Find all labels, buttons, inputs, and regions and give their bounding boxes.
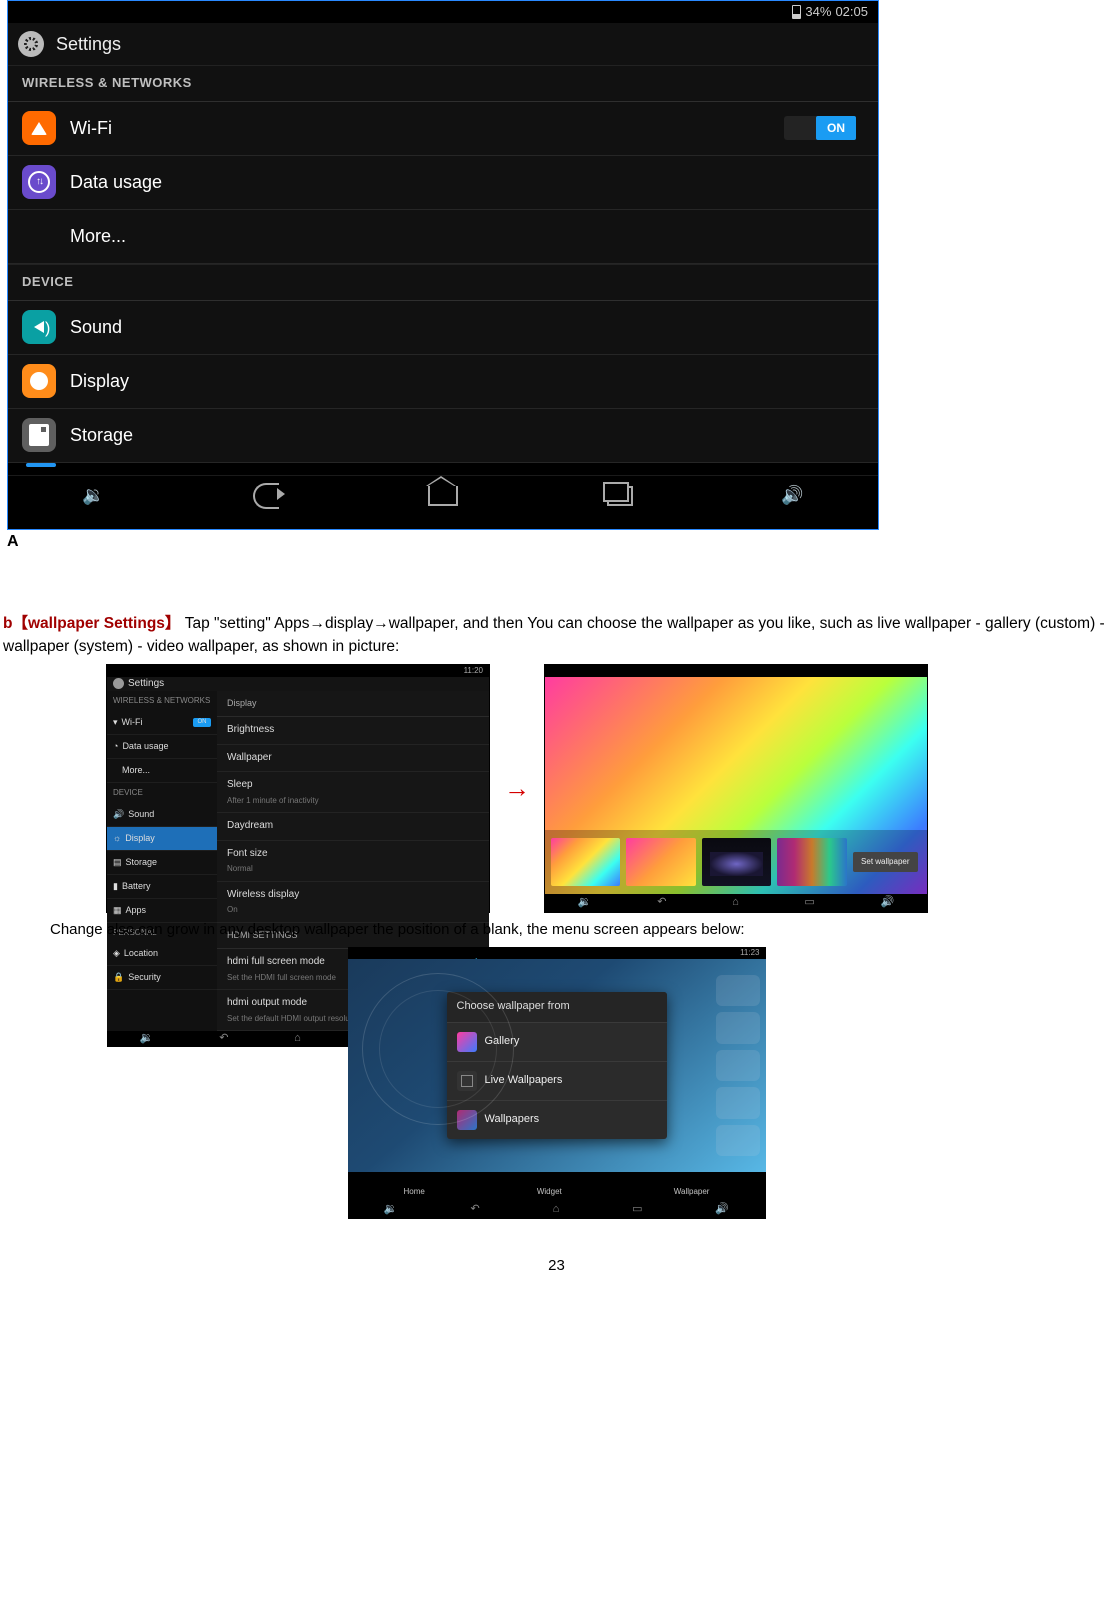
sound-icon	[22, 310, 56, 344]
display-settings-thumb: 11:20 Settings WIRELESS & NETWORKS ▾ Wi-…	[106, 664, 490, 913]
battery-percent: 34%	[805, 3, 831, 22]
status-time: 02:05	[835, 3, 868, 22]
thumb-row-display[interactable]: ☼ Display	[107, 827, 217, 851]
app-header: Settings	[8, 23, 878, 65]
row-label: Wi-Fi	[70, 115, 112, 141]
thumb-status-bar	[545, 665, 927, 677]
thumb-row-data[interactable]: ◔ Data usage	[107, 735, 217, 759]
home-icon[interactable]	[428, 486, 458, 506]
opt-daydream[interactable]: Daydream	[217, 813, 489, 841]
row-label: Storage	[70, 422, 133, 448]
wifi-icon	[22, 111, 56, 145]
status-bar: 34% 02:05	[8, 1, 878, 23]
clock-widget	[362, 973, 514, 1125]
opt-wallpaper[interactable]: Wallpaper	[217, 745, 489, 773]
opt-wireless-display[interactable]: Wireless displayOn	[217, 882, 489, 923]
opt-brightness[interactable]: Brightness	[217, 717, 489, 745]
thumb-navbar: 🔉↶⌂▭🔊	[545, 894, 927, 912]
set-wallpaper-button[interactable]: Set wallpaper	[853, 852, 918, 872]
data-usage-icon	[22, 165, 56, 199]
row-label: More...	[70, 223, 126, 249]
volume-up-icon[interactable]	[781, 481, 803, 510]
thumb-row-location[interactable]: ◈ Location	[107, 942, 217, 966]
thumb-row-battery[interactable]: ▮ Battery	[107, 875, 217, 899]
scroll-indicator	[8, 463, 878, 475]
gear-icon	[113, 678, 124, 689]
thumb-row-wifi[interactable]: ▾ Wi-FiON	[107, 711, 217, 735]
thumb-row-sound[interactable]: 🔊 Sound	[107, 803, 217, 827]
figure-label-a: A	[7, 533, 19, 550]
wifi-toggle[interactable]: ON	[193, 718, 211, 727]
wifi-toggle[interactable]: ON	[784, 116, 856, 140]
section-wireless: WIRELESS & NETWORKS	[8, 65, 878, 102]
thumb-status-bar: 11:20	[107, 665, 489, 677]
row-storage[interactable]: Storage	[8, 409, 878, 463]
thumb-navbar: 🔉↶⌂▭🔊	[348, 1201, 766, 1219]
caption-text: Change also can grow in any desktop wall…	[50, 919, 1113, 941]
row-display[interactable]: Display	[8, 355, 878, 409]
settings-screenshot: 34% 02:05 Settings WIRELESS & NETWORKS W…	[7, 0, 879, 530]
wallpaper-thumb[interactable]	[777, 838, 846, 886]
opt-fontsize[interactable]: Font sizeNormal	[217, 841, 489, 882]
thumb-left-pane: WIRELESS & NETWORKS ▾ Wi-FiON ◔ Data usa…	[107, 691, 217, 1031]
wallpaper-thumb[interactable]	[702, 838, 771, 886]
wallpaper-thumb[interactable]	[551, 838, 620, 886]
paragraph-heading: b【wallpaper Settings】	[3, 615, 180, 632]
display-icon	[22, 364, 56, 398]
settings-gear-icon	[18, 31, 44, 57]
thumb-row-more[interactable]: More...	[107, 759, 217, 783]
blank-icon	[22, 219, 56, 253]
thumb-row-security[interactable]: 🔒 Security	[107, 966, 217, 990]
paragraph-b: b【wallpaper Settings】 Tap "setting" Apps…	[0, 613, 1113, 658]
wallpaper-thumb[interactable]	[626, 838, 695, 886]
home-bar: Home Widget Wallpaper	[348, 1172, 766, 1201]
row-data-usage[interactable]: Data usage	[8, 156, 878, 210]
row-label: Data usage	[70, 169, 162, 195]
thumb-row-storage[interactable]: ▤ Storage	[107, 851, 217, 875]
thumb-header: Settings	[107, 677, 489, 692]
volume-down-icon[interactable]	[82, 481, 104, 510]
wallpaper-strip: Set wallpaper	[545, 830, 927, 894]
navigation-bar	[8, 475, 878, 516]
storage-icon	[22, 418, 56, 452]
row-label: Display	[70, 368, 129, 394]
recent-apps-icon[interactable]	[607, 486, 633, 506]
back-icon[interactable]	[253, 483, 279, 509]
wallpaper-picker-thumb: Set wallpaper 🔉↶⌂▭🔊	[544, 664, 928, 913]
row-wifi[interactable]: Wi-Fi ON	[8, 102, 878, 156]
row-more[interactable]: More...	[8, 210, 878, 264]
live-wallpaper-icon	[457, 1071, 477, 1091]
row-sound[interactable]: Sound	[8, 301, 878, 355]
page-number: 23	[0, 1255, 1113, 1277]
side-dock	[716, 975, 760, 1156]
section-device: DEVICE	[8, 264, 878, 301]
opt-sleep[interactable]: SleepAfter 1 minute of inactivity	[217, 772, 489, 813]
arrow-icon: →	[504, 770, 530, 808]
app-title: Settings	[56, 31, 121, 57]
wallpaper-chooser-thumb: 11:23 Choose wallpaper from Gallery Live…	[348, 947, 766, 1219]
figure-row: 11:20 Settings WIRELESS & NETWORKS ▾ Wi-…	[106, 664, 1113, 913]
row-label: Sound	[70, 314, 122, 340]
battery-icon	[792, 5, 801, 19]
